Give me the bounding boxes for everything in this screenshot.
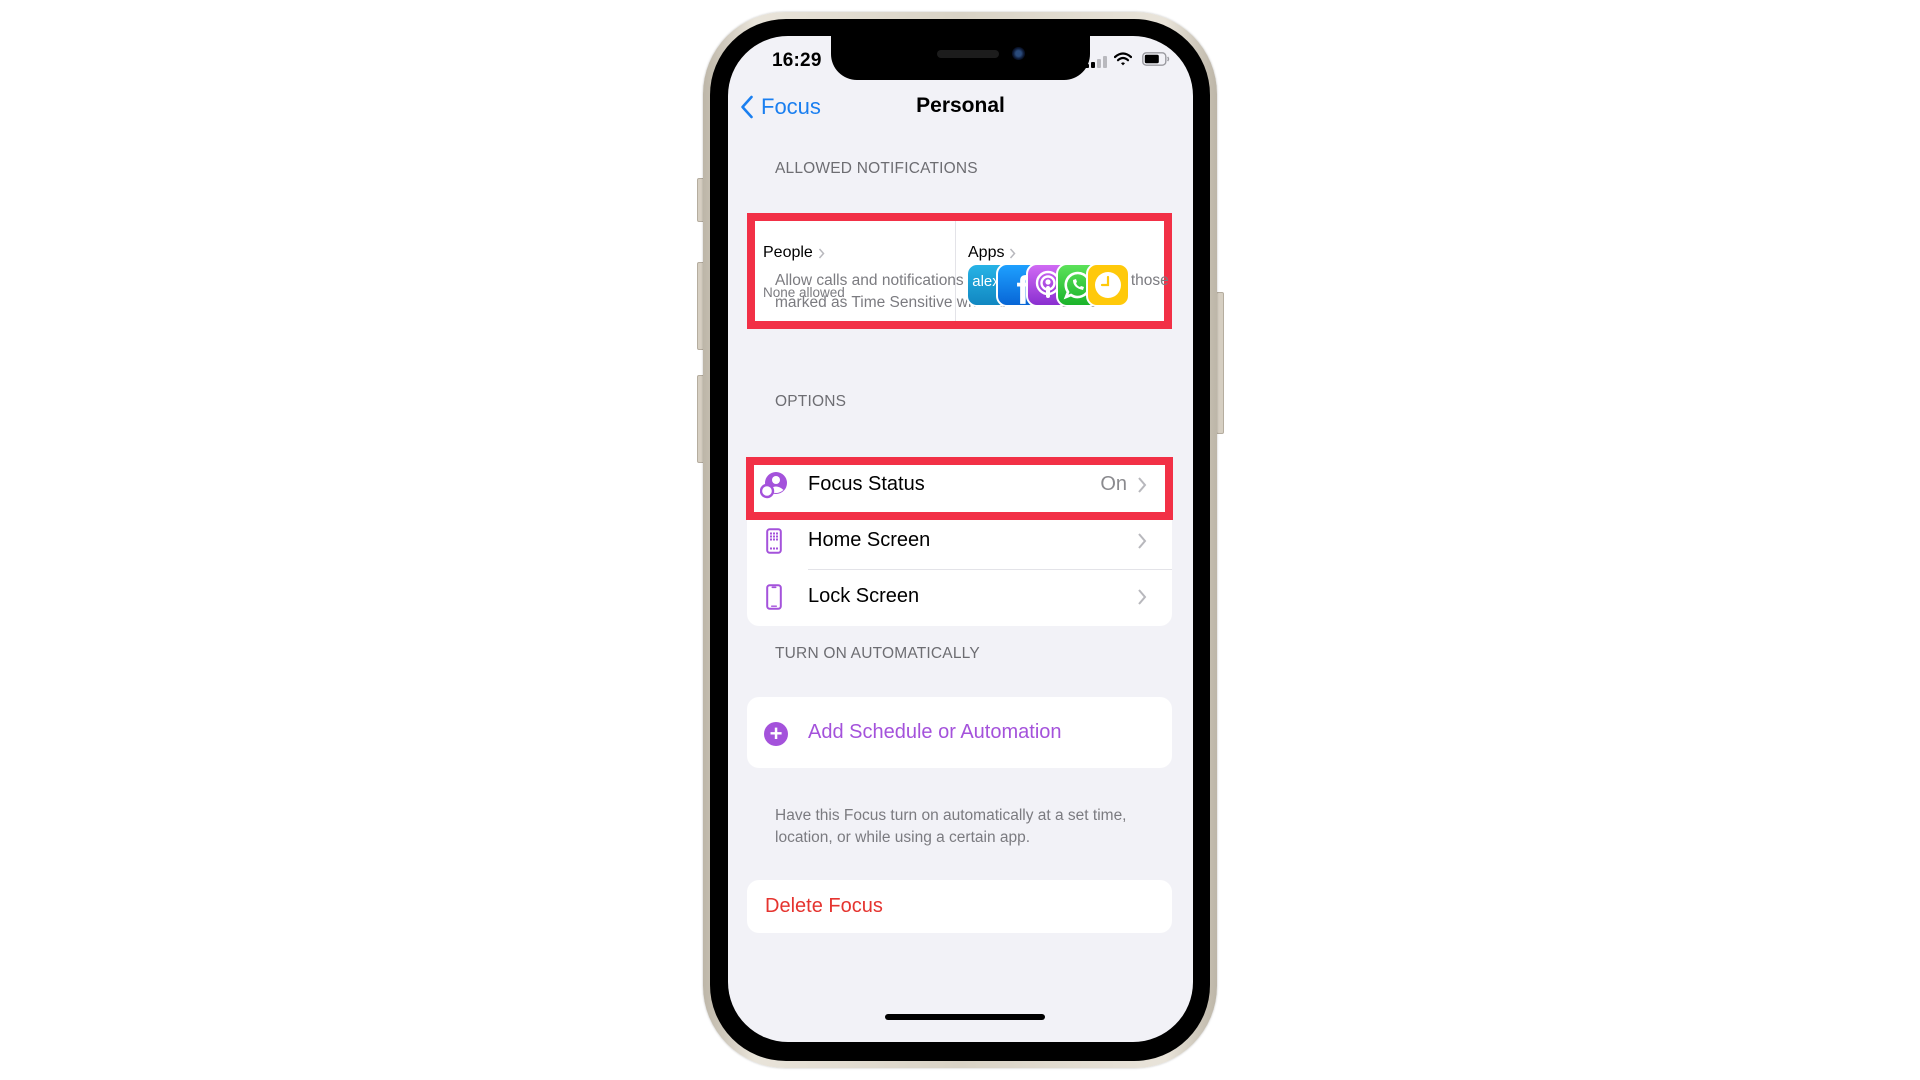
add-schedule-label: Add Schedule or Automation xyxy=(808,721,1062,743)
turn-on-automatically-footer: Have this Focus turn on automatically at… xyxy=(775,807,1127,846)
plus-circle-icon: + xyxy=(764,722,788,746)
options-header: OPTIONS xyxy=(775,393,847,410)
chevron-right-icon xyxy=(1010,248,1016,258)
chevron-right-icon xyxy=(1138,533,1147,549)
cellular-signal-icon xyxy=(1085,56,1107,68)
power-button xyxy=(1216,292,1224,434)
turn-on-automatically-header: TURN ON AUTOMATICALLY xyxy=(775,645,980,662)
people-label: People xyxy=(763,244,813,261)
delete-focus-label: Delete Focus xyxy=(765,895,883,917)
front-camera xyxy=(1012,47,1025,60)
home-screen-row[interactable]: Home Screen xyxy=(747,513,1172,569)
notch xyxy=(831,36,1090,80)
chevron-right-icon xyxy=(1138,477,1147,493)
focus-status-value: On xyxy=(1100,473,1127,495)
location-arrow-icon xyxy=(838,53,852,67)
apps-label: Apps xyxy=(968,244,1005,261)
home-screen-icon xyxy=(760,527,788,555)
signal-bar xyxy=(1103,56,1107,68)
chevron-right-icon xyxy=(818,248,825,258)
focus-status-label: Focus Status xyxy=(808,473,925,495)
home-screen-label: Home Screen xyxy=(808,529,931,551)
chevron-right-icon xyxy=(1138,589,1147,605)
signal-bar xyxy=(1097,59,1101,68)
signal-bar xyxy=(1091,62,1095,68)
speaker-grille xyxy=(937,50,999,58)
allowed-notifications-header: ALLOWED NOTIFICATIONS xyxy=(775,160,978,177)
home-indicator[interactable] xyxy=(885,1014,1045,1020)
phone-screen: 16:29 Focus Personal ALLOWED NOTIFICATIO… xyxy=(728,36,1193,1042)
clock-glyph xyxy=(1095,272,1121,298)
allowed-app-icons: alex f xyxy=(966,263,1156,307)
focus-status-row[interactable]: Focus Status On xyxy=(747,457,1172,513)
lock-screen-label: Lock Screen xyxy=(808,585,920,607)
status-time: 16:29 xyxy=(772,50,822,71)
wifi-icon xyxy=(1114,52,1132,66)
page-title: Personal xyxy=(916,94,1005,117)
focus-status-icon xyxy=(760,471,788,499)
delete-focus-button[interactable]: Delete Focus xyxy=(747,880,1172,933)
add-schedule-button[interactable]: + Add Schedule or Automation xyxy=(747,697,1172,768)
lock-screen-row[interactable]: Lock Screen xyxy=(747,569,1172,625)
battery-icon xyxy=(1142,52,1170,66)
options-card: Focus Status On Home Screen Lock Screen xyxy=(747,457,1172,626)
lock-screen-icon xyxy=(760,583,788,611)
signal-bar xyxy=(1085,64,1089,68)
clock-app-icon xyxy=(1086,263,1130,307)
